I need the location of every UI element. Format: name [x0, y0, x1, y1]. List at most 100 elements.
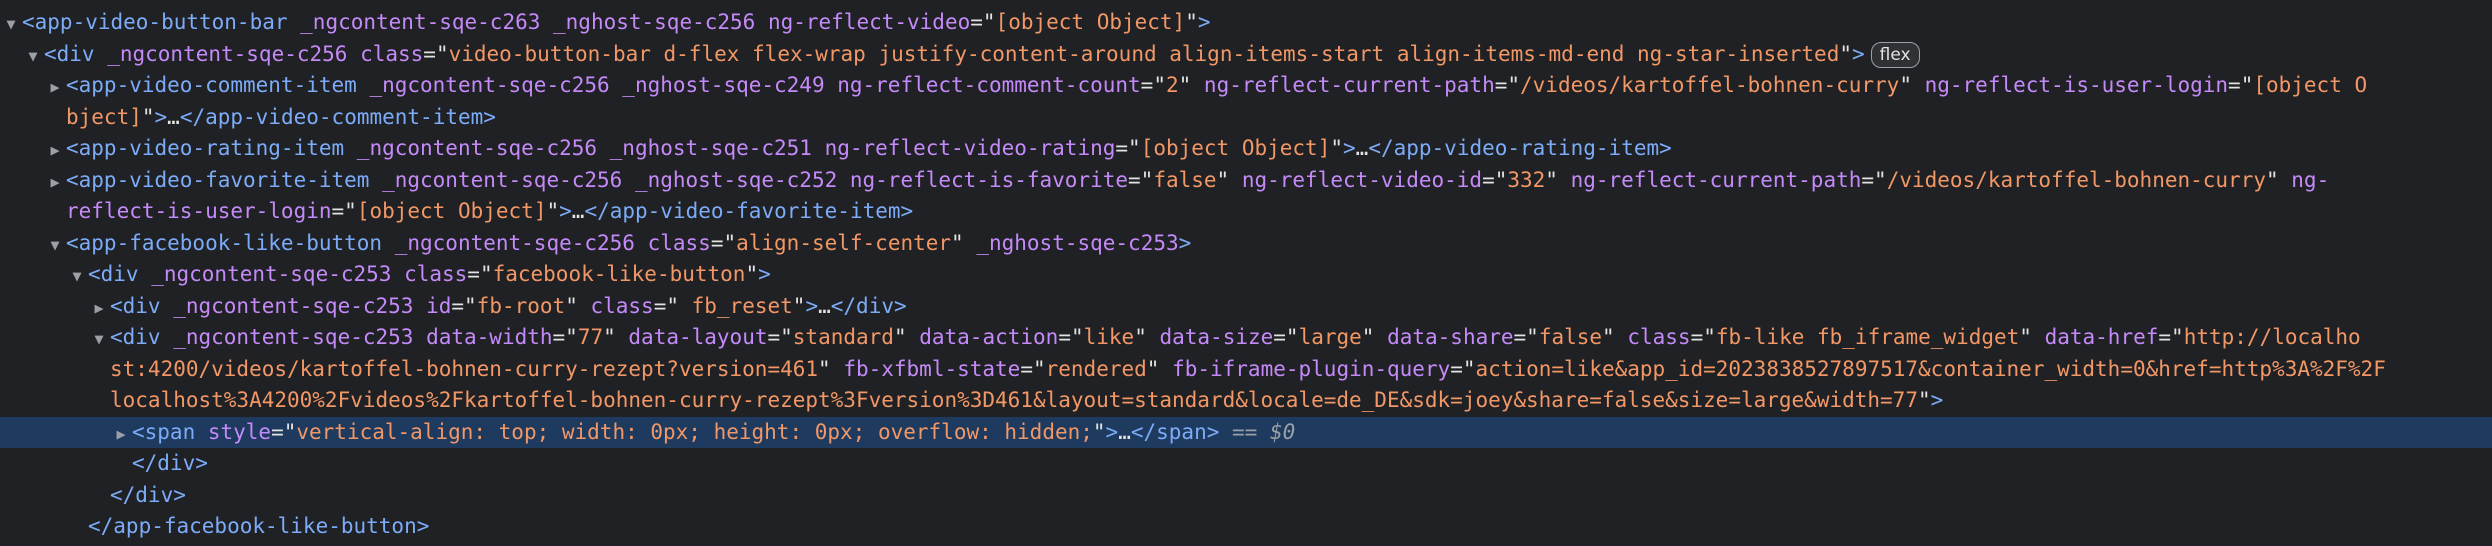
attribute-value: [object Object] [995, 10, 1186, 34]
punctuation: " [565, 293, 591, 318]
attribute-name: ng-reflect-current-path [1203, 73, 1495, 97]
tag-token: </div> [110, 482, 186, 507]
tag-token: <app-video-rating-item [66, 136, 357, 160]
attribute-value: fb-root [476, 293, 566, 318]
attribute-name: _ngcontent-sqe-c253 data-width [173, 325, 553, 349]
attribute-name: _ngcontent-sqe-c256 _nghost-sqe-c252 ng-… [382, 167, 1129, 192]
attribute-name: class [1627, 325, 1691, 349]
attribute-value: 2 [1165, 73, 1179, 97]
dom-node-row[interactable]: ▶ <app-video-rating-item _ngcontent-sqe-c… [0, 133, 2492, 164]
tag-token: <span [132, 419, 208, 444]
tag-token: > [1178, 230, 1192, 255]
punctuation: =" [1020, 356, 1046, 381]
tag-token: > [1105, 419, 1119, 444]
dom-node-row[interactable]: ▶ <app-video-comment-item _ngcontent-sqe-… [0, 70, 2492, 101]
dom-node-row[interactable]: st:4200/videos/kartoffel-bohnen-curry-re… [0, 354, 2492, 385]
attribute-name: ng-reflect-current-path [1570, 167, 1862, 192]
dom-node-row[interactable]: ▼ <app-facebook-like-button _ngcontent-sq… [0, 228, 2492, 259]
punctuation: =" [451, 293, 477, 318]
flex-badge[interactable]: flex [1870, 41, 1920, 68]
attribute-name: _ngcontent-sqe-c256 class [107, 41, 424, 66]
expand-triangle-icon[interactable]: ▶ [44, 72, 66, 101]
attribute-value: vertical-align: top; width: 0px; height:… [296, 419, 1093, 444]
attribute-name: ng-reflect-video-id [1241, 167, 1483, 192]
attribute-value: like [1083, 325, 1135, 349]
dom-node-row[interactable]: ▶ <app-video-favorite-item _ngcontent-sqe… [0, 165, 2492, 196]
expand-triangle-icon[interactable]: ▶ [44, 135, 66, 164]
punctuation: " [1146, 356, 1173, 381]
dom-node-row[interactable]: ▼ <div _ngcontent-sqe-c256 class="video-b… [0, 39, 2492, 70]
dom-node-row[interactable]: ▼ <div _ngcontent-sqe-c253 class="faceboo… [0, 259, 2492, 290]
attribute-name: style [207, 419, 272, 444]
punctuation: =" [1128, 167, 1154, 192]
dom-node-row[interactable]: ▼ <app-video-button-bar _ngcontent-sqe-c2… [0, 7, 2492, 38]
punctuation: " [2019, 325, 2045, 349]
tag-token: </div> [830, 293, 907, 318]
dom-node-row[interactable]: localhost%3A4200%2Fvideos%2Fkartoffel-bo… [0, 385, 2492, 416]
punctuation: =" [1690, 325, 1716, 349]
attribute-value: [object Object] [356, 199, 547, 223]
attribute-name: ng- [2291, 167, 2330, 192]
punctuation: =" [467, 262, 493, 286]
attribute-name: _nghost-sqe-c253 [976, 230, 1179, 255]
attribute-value: bject] [66, 104, 142, 129]
punctuation: " [1361, 325, 1388, 349]
attribute-value: rendered [1045, 356, 1147, 381]
tag-token: <div [88, 262, 152, 286]
attribute-value: [object Object] [1140, 136, 1331, 160]
console-ref-hint: == $0 [1219, 419, 1296, 444]
expand-triangle-icon[interactable]: ▶ [110, 419, 132, 448]
punctuation: " [1178, 73, 1204, 97]
attribute-value: align-self-center [736, 230, 952, 255]
attribute-name: _ngcontent-sqe-c253 class [151, 262, 468, 286]
attribute-name: _ngcontent-sqe-c256 _nghost-sqe-c249 ng-… [369, 73, 1141, 97]
dom-node-row[interactable]: </app-facebook-like-button> [0, 511, 2492, 542]
dom-node-row[interactable]: </div> [0, 448, 2492, 479]
expand-triangle-icon[interactable]: ▶ [88, 293, 110, 322]
attribute-name: class [590, 293, 654, 318]
collapse-triangle-icon[interactable]: ▼ [88, 324, 110, 353]
attribute-value: /videos/kartoffel-bohnen-curry [1886, 167, 2266, 192]
dom-node-row[interactable]: ▼ <div _ngcontent-sqe-c253 data-width="77… [0, 322, 2492, 353]
tag-token: > [1930, 388, 1944, 412]
expand-triangle-icon[interactable]: ▶ [44, 167, 66, 196]
dom-node-row[interactable]: </div> [0, 480, 2492, 511]
collapse-triangle-icon[interactable]: ▼ [44, 230, 66, 259]
dom-node-row[interactable]: reflect-is-user-login="[object Object]">… [0, 196, 2492, 227]
collapse-triangle-icon[interactable]: ▼ [66, 261, 88, 290]
punctuation: =" [1450, 356, 1476, 381]
punctuation: =" [271, 419, 297, 444]
elements-panel-dom-tree[interactable]: ▼ <app-video-button-bar _ngcontent-sqe-c2… [0, 0, 2492, 546]
attribute-value: video-button-bar d-flex flex-wrap justif… [448, 41, 1840, 66]
collapse-triangle-icon[interactable]: ▼ [22, 41, 44, 70]
attribute-name: ng-reflect-is-user-login [1924, 73, 2229, 97]
collapse-triangle-icon[interactable]: ▼ [0, 9, 22, 38]
tag-token: > [758, 262, 771, 286]
punctuation: " [1134, 325, 1160, 349]
attribute-name: fb-iframe-plugin-query [1172, 356, 1451, 381]
attribute-value: fb-like fb_iframe_widget [1715, 325, 2020, 349]
dom-node-row[interactable]: bject]">…</app-video-comment-item> [0, 102, 2492, 133]
punctuation: … [1355, 136, 1369, 160]
punctuation: =" [1494, 73, 1521, 97]
punctuation: " [141, 104, 155, 129]
punctuation: " [893, 325, 920, 349]
dom-node-row-selected[interactable]: ▶ <span style="vertical-align: top; width… [0, 416, 2492, 448]
punctuation: =" [710, 230, 737, 255]
punctuation: " [603, 325, 629, 349]
dom-node-row[interactable]: ▶ <div _ngcontent-sqe-c253 id="fb-root" c… [0, 291, 2492, 322]
tag-token: <app-facebook-like-button [66, 230, 395, 255]
attribute-value: [object O [2253, 73, 2368, 97]
tag-token: > [1852, 41, 1865, 66]
attribute-name: _ngcontent-sqe-c253 id [173, 293, 452, 318]
attribute-value: standard [792, 325, 894, 349]
attribute-name: _ngcontent-sqe-c263 _nghost-sqe-c256 ng-… [300, 10, 971, 34]
tag-token: </div> [132, 451, 208, 475]
tag-token: <app-video-button-bar [22, 10, 301, 34]
attribute-name: data-href [2044, 325, 2159, 349]
punctuation: =" [1273, 325, 1299, 349]
punctuation: … [818, 293, 831, 318]
attribute-name: data-share [1387, 325, 1514, 349]
punctuation: =" [423, 41, 449, 66]
attribute-name: _ngcontent-sqe-c256 class [394, 230, 711, 255]
